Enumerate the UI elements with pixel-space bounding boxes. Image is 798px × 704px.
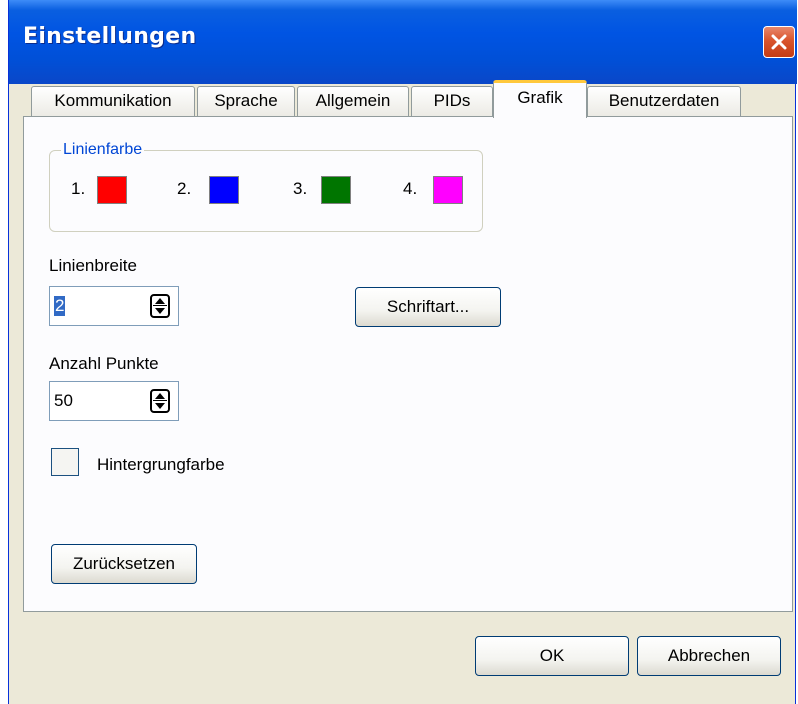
background-color-label: Hintergrungfarbe — [97, 455, 225, 474]
line-width-value[interactable]: 2 — [54, 296, 66, 316]
tab-pids[interactable]: PIDs — [411, 86, 493, 116]
color-4-label: 4. — [403, 179, 418, 198]
line-color-group-label: Linienfarbe — [61, 141, 145, 159]
window-title: Einstellungen — [23, 24, 197, 49]
points-label: Anzahl Punkte — [49, 354, 159, 373]
color-2-label: 2. — [177, 179, 192, 198]
title-bar[interactable]: Einstellungen — [9, 0, 797, 84]
points-spin-buttons[interactable] — [150, 389, 170, 413]
line-width-spin-buttons[interactable] — [150, 294, 170, 318]
tab-allgemein[interactable]: Allgemein — [297, 86, 409, 116]
tab-kommunikation[interactable]: Kommunikation — [31, 86, 195, 116]
settings-dialog: Einstellungen Kommunikation Sprache Allg… — [8, 0, 797, 704]
spin-down-icon[interactable] — [155, 308, 165, 314]
line-width-spinner[interactable]: 2 — [49, 286, 179, 326]
tab-sprache[interactable]: Sprache — [197, 86, 295, 116]
line-width-label: Linienbreite — [49, 256, 137, 275]
color-4-swatch[interactable] — [433, 176, 463, 204]
color-3-label: 3. — [293, 179, 308, 198]
color-1-label: 1. — [71, 179, 86, 198]
color-1-swatch[interactable] — [97, 176, 127, 204]
spin-down-icon[interactable] — [155, 403, 165, 409]
close-button[interactable] — [763, 26, 795, 58]
spin-up-icon[interactable] — [155, 393, 165, 399]
font-button[interactable]: Schriftart... — [355, 287, 501, 327]
tab-benutzerdaten[interactable]: Benutzerdaten — [587, 86, 741, 116]
tab-grafik[interactable]: Grafik — [493, 80, 587, 118]
background-color-checkbox[interactable] — [51, 448, 79, 476]
reset-button[interactable]: Zurücksetzen — [51, 544, 197, 584]
spin-up-icon[interactable] — [155, 298, 165, 304]
ok-button[interactable]: OK — [475, 636, 629, 676]
color-2-swatch[interactable] — [209, 176, 239, 204]
cancel-button[interactable]: Abbrechen — [637, 636, 781, 676]
points-value[interactable]: 50 — [54, 391, 73, 411]
close-icon — [771, 34, 787, 50]
color-3-swatch[interactable] — [321, 176, 351, 204]
points-spinner[interactable]: 50 — [49, 381, 179, 421]
